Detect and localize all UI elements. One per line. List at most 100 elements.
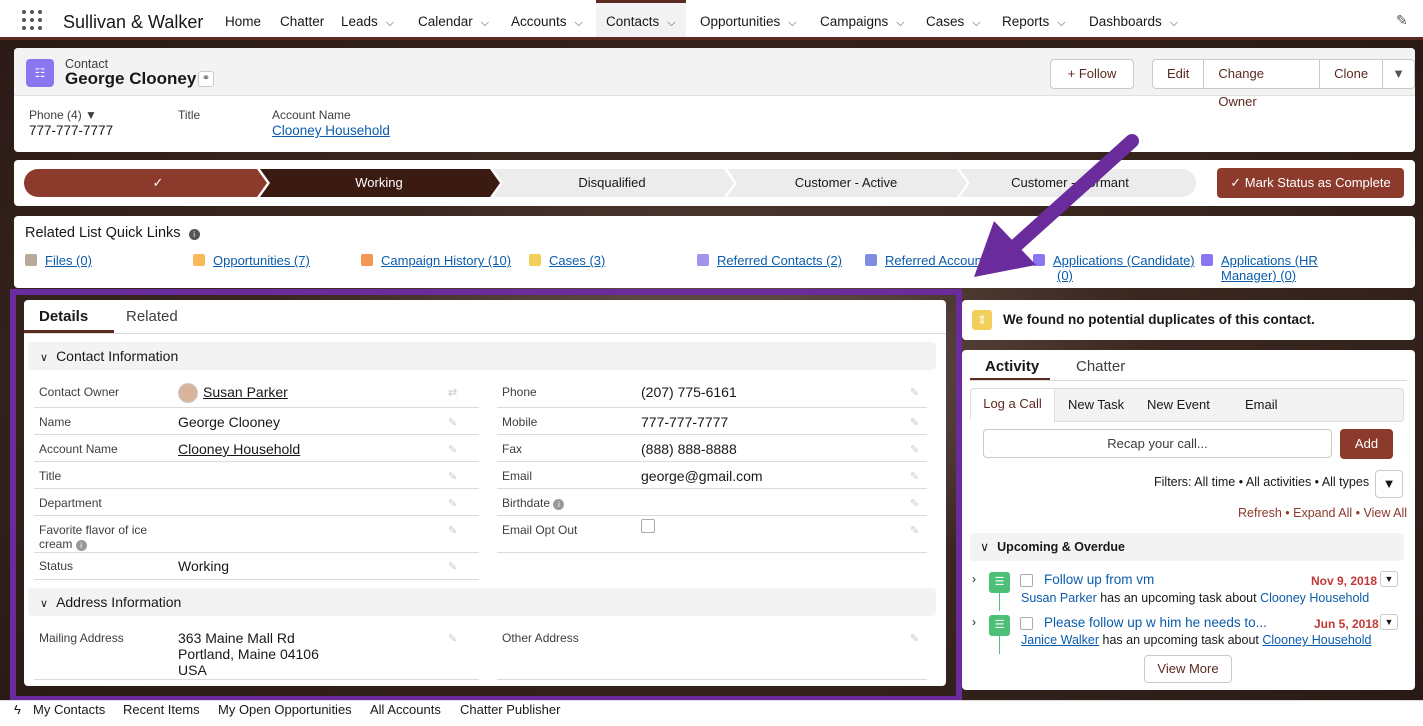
footer-recent-items[interactable]: Recent Items [123,701,200,718]
chevron-down-icon[interactable]: ⌵ [667,4,675,42]
title-label: Title [178,108,201,122]
task-title-link[interactable]: Follow up from vm [1044,572,1154,587]
nav-chatter[interactable]: Chatter [280,0,324,37]
tab-activity[interactable]: Activity [985,358,1039,375]
chevron-down-icon[interactable]: ⌵ [481,1,489,45]
utility-bar: ϟ My Contacts Recent Items My Open Oppor… [0,700,1423,726]
phone-value: 777-777-7777 [29,123,114,138]
nav-opportunities[interactable]: Opportunities ⌵ [700,0,797,37]
mark-complete-button[interactable]: ✓ Mark Status as Complete [1217,168,1404,198]
footer-my-opportunities[interactable]: My Open Opportunities [218,701,352,718]
duplicate-icon: ⇕ [972,310,992,330]
task-due-date: Nov 9, 2018 [1311,574,1378,588]
path-step-disqualified[interactable]: Disqualified [503,169,721,197]
chevron-down-icon[interactable]: ⌵ [896,1,904,45]
duplicates-card: ⇕ We found no potential duplicates of th… [962,300,1415,340]
new-event-tab[interactable]: New Event [1147,397,1210,412]
view-all-link[interactable]: View All [1364,506,1408,520]
path-step-working[interactable]: Working [270,169,488,197]
nav-leads[interactable]: Leads ⌵ [341,0,394,37]
activity-links: Refresh • Expand All • View All [1238,506,1408,520]
follow-button[interactable]: + Follow [1050,59,1134,89]
global-nav: Sullivan & Walker Home Chatter Leads ⌵ Ca… [0,0,1423,40]
filters-text[interactable]: Filters: All time • All activities • All… [1154,475,1369,489]
nav-contacts[interactable]: Contacts ⌵ [596,0,686,37]
chevron-down-icon: ∨ [980,540,990,554]
record-header: ☷ Contact George Clooney ⚭ + Follow Edit… [14,48,1415,152]
nav-home[interactable]: Home [225,0,261,37]
refresh-link[interactable]: Refresh [1238,506,1282,520]
action-button-group: Edit Change Owner Clone ▼ [1152,59,1415,109]
recap-input[interactable]: Recap your call... [983,429,1332,458]
chevron-down-icon[interactable]: ⌵ [788,1,796,45]
campaign-icon [361,254,373,266]
account-link[interactable]: Clooney Household [272,123,390,138]
nav-campaigns[interactable]: Campaigns ⌵ [820,0,905,37]
ql-cases[interactable]: Cases (3) [529,253,605,268]
hierarchy-icon[interactable]: ⚭ [198,71,214,87]
footer-my-contacts[interactable]: My Contacts [33,701,105,718]
ql-files[interactable]: Files (0) [25,253,92,268]
nav-cases[interactable]: Cases ⌵ [926,0,981,37]
activity-panel: Activity Chatter Log a Call New Task New… [962,350,1415,690]
app-launcher-icon[interactable] [22,10,42,30]
nav-accounts[interactable]: Accounts ⌵ [511,0,583,37]
account-icon [865,254,877,266]
ql-applications-hr[interactable]: Applications (HR Manager) (0) [1201,253,1318,283]
highlight-box [10,289,962,702]
edit-button[interactable]: Edit [1153,60,1205,88]
ql-opportunities[interactable]: Opportunities (7) [193,253,310,268]
nav-dashboards[interactable]: Dashboards ⌵ [1089,0,1178,37]
crown-icon [193,254,205,266]
filter-icon[interactable]: ▼ [1375,470,1403,498]
task-menu-icon[interactable]: ▼ [1380,614,1398,630]
timeline-line [999,636,1000,654]
task-checkbox[interactable] [1020,617,1033,630]
log-call-tab[interactable]: Log a Call [971,389,1055,422]
chevron-right-icon[interactable]: › [972,572,976,586]
footer-chatter-publisher[interactable]: Chatter Publisher [460,701,560,718]
chevron-down-icon[interactable]: ⌵ [386,1,394,45]
expand-all-link[interactable]: Expand All [1293,506,1352,520]
info-icon: i [188,229,200,240]
contact-card-icon [697,254,709,266]
timeline-line [999,593,1000,611]
task-title-link[interactable]: Please follow up w him he needs to... [1044,615,1267,630]
task-description: Janice Walker has an upcoming task about… [1021,633,1372,647]
record-header-top: ☷ Contact George Clooney ⚭ + Follow Edit… [14,48,1415,109]
status-path: ✓ Working Disqualified Customer - Active… [14,160,1415,206]
clone-button[interactable]: Clone [1320,60,1384,88]
upcoming-section[interactable]: ∨ Upcoming & Overdue [970,533,1404,561]
view-more-button[interactable]: View More [1144,655,1232,683]
chevron-right-icon[interactable]: › [972,615,976,629]
phone-label[interactable]: Phone (4) ▼ [29,108,97,122]
task-menu-icon[interactable]: ▼ [1380,571,1398,587]
add-button[interactable]: Add [1340,429,1393,459]
record-name: George Clooney [65,69,197,88]
ql-campaign-history[interactable]: Campaign History (10) [361,253,511,268]
path-step-complete-icon[interactable]: ✓ [38,169,278,197]
star-icon [1201,254,1213,266]
more-actions-icon[interactable]: ▼ [1383,60,1414,88]
chevron-down-icon[interactable]: ⌵ [972,1,980,45]
email-tab[interactable]: Email [1245,397,1278,412]
footer-all-accounts[interactable]: All Accounts [370,701,441,718]
nav-reports[interactable]: Reports ⌵ [1002,0,1066,37]
new-task-tab[interactable]: New Task [1068,397,1124,412]
case-icon [529,254,541,266]
nav-calendar[interactable]: Calendar ⌵ [418,0,489,37]
chevron-down-icon[interactable]: ⌵ [1170,1,1178,45]
account-label: Account Name [272,108,351,122]
chevron-down-icon[interactable]: ⌵ [1057,1,1065,45]
task-description: Susan Parker has an upcoming task about … [1021,591,1370,605]
path-step-customer-active[interactable]: Customer - Active [737,169,955,197]
chevron-down-icon[interactable]: ⌵ [575,1,583,45]
task-icon: ☰ [989,572,1010,593]
change-owner-button[interactable]: Change Owner [1204,60,1321,109]
quick-links-card: Related List Quick Links i Files (0) Opp… [14,216,1415,288]
quick-links-title: Related List Quick Links i [25,225,200,241]
tab-chatter[interactable]: Chatter [1076,358,1125,375]
task-checkbox[interactable] [1020,574,1033,587]
edit-nav-icon[interactable]: ✎ [1396,12,1408,29]
ql-referred-contacts[interactable]: Referred Contacts (2) [697,253,842,268]
